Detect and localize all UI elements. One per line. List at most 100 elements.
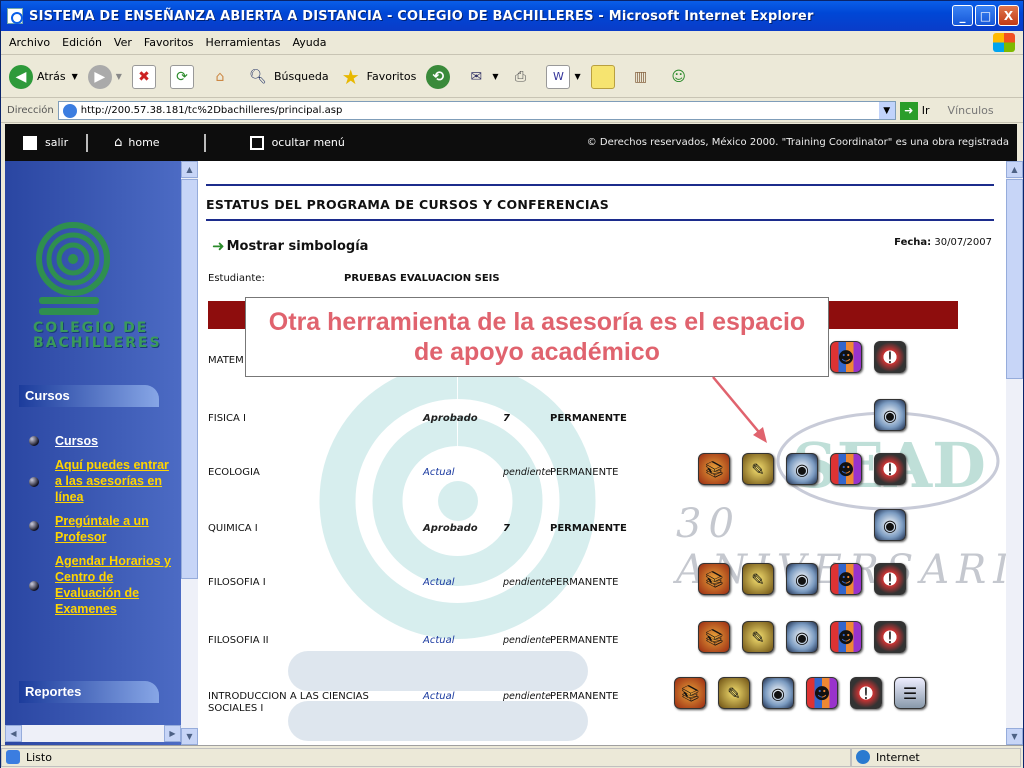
refresh-icon: ⟳ xyxy=(169,64,194,89)
forward-dropdown-icon[interactable]: ▼ xyxy=(116,72,122,81)
mark-tool-icon[interactable]: ✎ xyxy=(718,677,750,709)
mark-tool-icon[interactable]: ✎ xyxy=(742,563,774,595)
home-button[interactable]: ⌂ xyxy=(208,65,236,89)
address-dropdown-icon[interactable]: ▼ xyxy=(878,102,895,119)
title-bar[interactable]: SISTEMA DE ENSEÑANZA ABIERTA A DISTANCIA… xyxy=(1,1,1023,31)
table-row: FILOSOFIA I Actual pendiente PERMANENTE 📚︎ ✎ ◉… xyxy=(208,563,988,599)
sidebar-hscrollbar[interactable]: ◀ ▶ xyxy=(5,725,181,742)
course-state: Actual xyxy=(423,635,455,646)
edit-dropdown-icon[interactable]: ▼ xyxy=(574,72,580,81)
menu-archivo[interactable]: Archivo xyxy=(9,36,50,49)
links-button[interactable]: Vínculos xyxy=(948,104,994,117)
menu-edicion[interactable]: Edición xyxy=(62,36,102,49)
scroll-right-icon[interactable]: ▶ xyxy=(164,725,181,742)
course-tools: 📚︎ ✎ ◉ ☻! ☰ xyxy=(674,677,926,709)
minimize-button[interactable]: _ xyxy=(952,5,973,26)
history-button[interactable]: ⟲ xyxy=(426,64,454,89)
sticky-note-icon xyxy=(590,64,615,89)
course-grade: pendiente xyxy=(503,691,552,702)
mail-button[interactable]: ✉ ▼ xyxy=(464,65,498,89)
section-reportes-header[interactable]: Reportes xyxy=(19,681,159,703)
print-button[interactable]: ⎙ xyxy=(508,65,536,89)
alert-tool-icon[interactable]: ! xyxy=(850,677,882,709)
scroll-up-icon[interactable]: ▲ xyxy=(1006,161,1023,178)
sidebar-item-agendar[interactable]: Agendar Horarios y Centro de Evaluación … xyxy=(29,553,175,617)
books-tool-icon[interactable]: 📚︎ xyxy=(698,621,730,653)
people-tool-icon[interactable]: ☻ xyxy=(806,677,838,709)
disc-tool-icon[interactable]: ◉ xyxy=(786,453,818,485)
people-tool-icon[interactable]: ☻ xyxy=(830,453,862,485)
salir-link[interactable]: salir xyxy=(5,133,89,152)
course-name: QUIMICA I xyxy=(208,523,258,534)
back-button[interactable]: ◀ Atrás ▼ xyxy=(9,64,78,89)
address-url: http://200.57.38.181/tc%2Dbachilleres/pr… xyxy=(80,105,343,116)
close-button[interactable]: X xyxy=(998,5,1019,26)
library-icon: ▥ xyxy=(634,68,648,85)
books-tool-icon[interactable]: 📚︎ xyxy=(698,563,730,595)
scroll-up-icon[interactable]: ▲ xyxy=(181,161,198,178)
books-tool-icon[interactable]: 📚︎ xyxy=(698,453,730,485)
table-row: ECOLOGIA Actual pendiente PERMANENTE 📚︎ ✎ ◉ ☻! xyxy=(208,453,988,489)
menu-ayuda[interactable]: Ayuda xyxy=(292,36,326,49)
menu-ver[interactable]: Ver xyxy=(114,36,132,49)
disc-tool-icon[interactable]: ◉ xyxy=(786,621,818,653)
menu-herramientas[interactable]: Herramientas xyxy=(206,36,281,49)
back-dropdown-icon[interactable]: ▼ xyxy=(72,72,78,81)
show-symbology-link[interactable]: ➜ Mostrar simbología xyxy=(212,237,368,255)
forward-button[interactable]: ▶ ▼ xyxy=(87,64,122,89)
section-cursos-header[interactable]: Cursos xyxy=(19,385,159,407)
table-row: QUIMICA I Aprobado 7 PERMANENTE ◉ xyxy=(208,509,988,545)
people-tool-icon[interactable]: ☻ xyxy=(830,621,862,653)
course-state: Aprobado xyxy=(423,413,478,424)
address-input[interactable]: http://200.57.38.181/tc%2Dbachilleres/pr… xyxy=(57,101,896,120)
edit-button[interactable]: W ▼ xyxy=(546,64,581,89)
disc-tool-icon[interactable]: ◉ xyxy=(762,677,794,709)
content-scrollbar[interactable]: ▲ ▼ xyxy=(1006,161,1023,745)
scroll-down-icon[interactable]: ▼ xyxy=(1006,728,1023,745)
course-permanence: PERMANENTE xyxy=(550,523,627,534)
disc-tool-icon[interactable]: ◉ xyxy=(786,563,818,595)
alert-tool-icon[interactable]: ! xyxy=(874,341,906,373)
hide-menu-link[interactable]: ocultar menú xyxy=(206,134,363,152)
printer-icon: ⎙ xyxy=(514,68,527,85)
sidebar-scrollbar[interactable]: ▲ ▼ xyxy=(181,161,198,745)
people-tool-icon[interactable]: ☻ xyxy=(830,563,862,595)
doc-tool-icon[interactable]: ☰ xyxy=(894,677,926,709)
home-label: home xyxy=(128,136,160,149)
sidebar-item-pregunta-profesor[interactable]: Pregúntale a un Profesor xyxy=(29,513,175,545)
research-button[interactable]: ▥ xyxy=(629,65,657,89)
go-button[interactable]: ➜ Ir xyxy=(899,101,930,120)
people-tool-icon[interactable]: ☻ xyxy=(830,341,862,373)
mark-tool-icon[interactable]: ✎ xyxy=(742,621,774,653)
scroll-thumb[interactable] xyxy=(181,179,198,579)
sidebar-item-label: Pregúntale a un Profesor xyxy=(55,514,149,544)
home-link[interactable]: ⌂ home xyxy=(88,133,206,152)
course-tools: 📚︎ ✎ ◉ ☻! xyxy=(698,453,906,485)
alert-tool-icon[interactable]: ! xyxy=(874,621,906,653)
menu-favoritos[interactable]: Favoritos xyxy=(144,36,194,49)
refresh-button[interactable]: ⟳ xyxy=(169,64,198,89)
sidebar-item-cursos[interactable]: Cursos xyxy=(29,433,175,449)
scroll-thumb[interactable] xyxy=(1006,179,1023,379)
alert-tool-icon[interactable]: ! xyxy=(874,563,906,595)
sidebar-item-asesorias[interactable]: Aquí puedes entrar a las asesorías en lí… xyxy=(29,457,175,505)
sidebar-nav: Cursos Aquí puedes entrar a las asesoría… xyxy=(29,433,175,625)
search-button[interactable]: 🔍︎ Búsqueda xyxy=(246,65,329,89)
books-tool-icon[interactable]: 📚︎ xyxy=(674,677,706,709)
mark-tool-icon[interactable]: ✎ xyxy=(742,453,774,485)
course-grade: pendiente xyxy=(503,577,552,588)
mail-dropdown-icon[interactable]: ▼ xyxy=(492,72,498,81)
messenger-button[interactable]: ☺ xyxy=(667,65,695,89)
date-label: Fecha: xyxy=(894,237,932,248)
search-icon: 🔍︎ xyxy=(249,68,267,85)
stop-button[interactable]: ✖ xyxy=(131,64,160,89)
alert-tool-icon[interactable]: ! xyxy=(874,453,906,485)
notes-button[interactable] xyxy=(590,64,619,89)
logo-text-line2: BACHILLERES xyxy=(33,335,162,351)
disc-tool-icon[interactable]: ◉ xyxy=(874,509,906,541)
favorites-button[interactable]: ★ Favoritos xyxy=(339,65,417,89)
scroll-left-icon[interactable]: ◀ xyxy=(5,725,22,742)
scroll-down-icon[interactable]: ▼ xyxy=(181,728,198,745)
maximize-button[interactable]: □ xyxy=(975,5,996,26)
disc-tool-icon[interactable]: ◉ xyxy=(874,399,906,431)
